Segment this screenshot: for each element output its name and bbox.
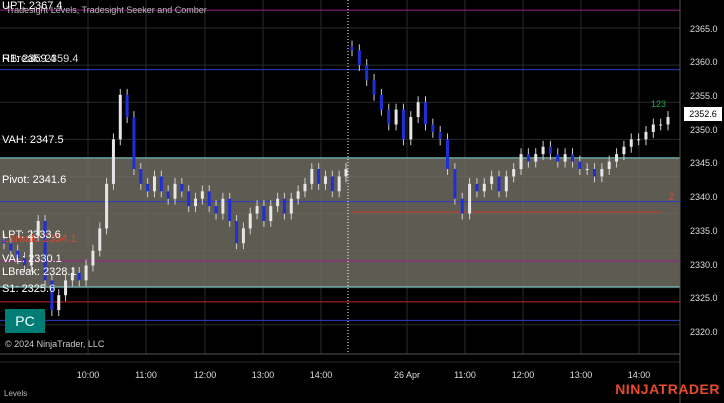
candle xyxy=(438,125,442,146)
marker-green-count: 123 xyxy=(651,99,667,109)
x-tick: 10:00 xyxy=(76,370,100,380)
candle xyxy=(372,74,376,101)
y-tick: 2325.0 xyxy=(690,293,718,303)
candle xyxy=(622,140,626,161)
candle xyxy=(409,111,413,146)
x-tick: 14:00 xyxy=(309,370,333,380)
candle xyxy=(379,88,383,116)
candle xyxy=(541,140,545,161)
y-tick: 2320.0 xyxy=(690,327,718,337)
level-label-r1: R1: 2359.4 xyxy=(2,53,56,65)
candle xyxy=(629,133,633,153)
candle xyxy=(637,133,641,146)
candle xyxy=(50,274,54,316)
marker-red-count: 2 xyxy=(669,192,675,203)
x-tick: 14:00 xyxy=(627,370,651,380)
pc-button[interactable]: PC xyxy=(5,309,45,333)
level-label-s1: S1: 2325.6 xyxy=(2,283,56,295)
y-tick: 2350.0 xyxy=(690,125,718,135)
candle xyxy=(666,111,670,131)
x-tick: 12:00 xyxy=(193,370,217,380)
level-label-lpt: LPT: 2333.6 xyxy=(2,229,61,241)
level-label-val: VAL: 2330.1 xyxy=(2,253,62,265)
candle xyxy=(548,140,552,161)
copyright-text: © 2024 NinjaTrader, LLC xyxy=(5,339,105,349)
candle xyxy=(468,177,472,220)
candle xyxy=(431,118,435,138)
level-label-vah: VAH: 2347.5 xyxy=(2,134,64,146)
candle xyxy=(105,177,109,235)
price-chart[interactable] xyxy=(0,0,724,403)
candle xyxy=(132,111,136,175)
candle xyxy=(446,133,450,175)
candle xyxy=(118,88,122,146)
y-tick: 2360.0 xyxy=(690,57,718,67)
candle xyxy=(659,118,663,131)
y-tick: 2340.0 xyxy=(690,192,718,202)
x-tick: 11:00 xyxy=(454,370,476,380)
y-tick: 2335.0 xyxy=(690,226,718,236)
candle xyxy=(350,40,354,57)
y-tick: 2330.0 xyxy=(690,260,718,270)
candle xyxy=(125,88,129,124)
level-label-lbreak: LBreak: 2328.1 xyxy=(2,266,77,278)
candle xyxy=(387,103,391,131)
x-tick: 26 Apr xyxy=(393,370,421,380)
candle xyxy=(365,59,369,86)
x-tick: 11:00 xyxy=(135,370,157,380)
panel-label: Levels xyxy=(4,389,28,398)
candle xyxy=(651,118,655,138)
candle xyxy=(357,44,361,72)
level-label-upt: UPT: 2367.4 xyxy=(2,0,63,12)
y-tick: 2355.0 xyxy=(690,91,718,101)
candle xyxy=(57,289,61,316)
y-tick: 2365.0 xyxy=(690,24,718,34)
candle xyxy=(394,103,398,131)
candle xyxy=(111,133,115,190)
candle xyxy=(644,125,648,146)
x-tick: 13:00 xyxy=(251,370,275,380)
last-price-badge: 2352.6 xyxy=(684,107,722,121)
candle xyxy=(416,96,420,124)
x-tick: 12:00 xyxy=(511,370,535,380)
candle xyxy=(453,163,457,205)
x-tick: 13:00 xyxy=(569,370,593,380)
candle xyxy=(423,96,427,131)
y-tick: 2345.0 xyxy=(690,158,718,168)
ninjatrader-logo: NINJATRADER xyxy=(615,381,720,397)
candle xyxy=(401,103,405,146)
level-label-pivot: Pivot: 2341.6 xyxy=(2,174,67,186)
